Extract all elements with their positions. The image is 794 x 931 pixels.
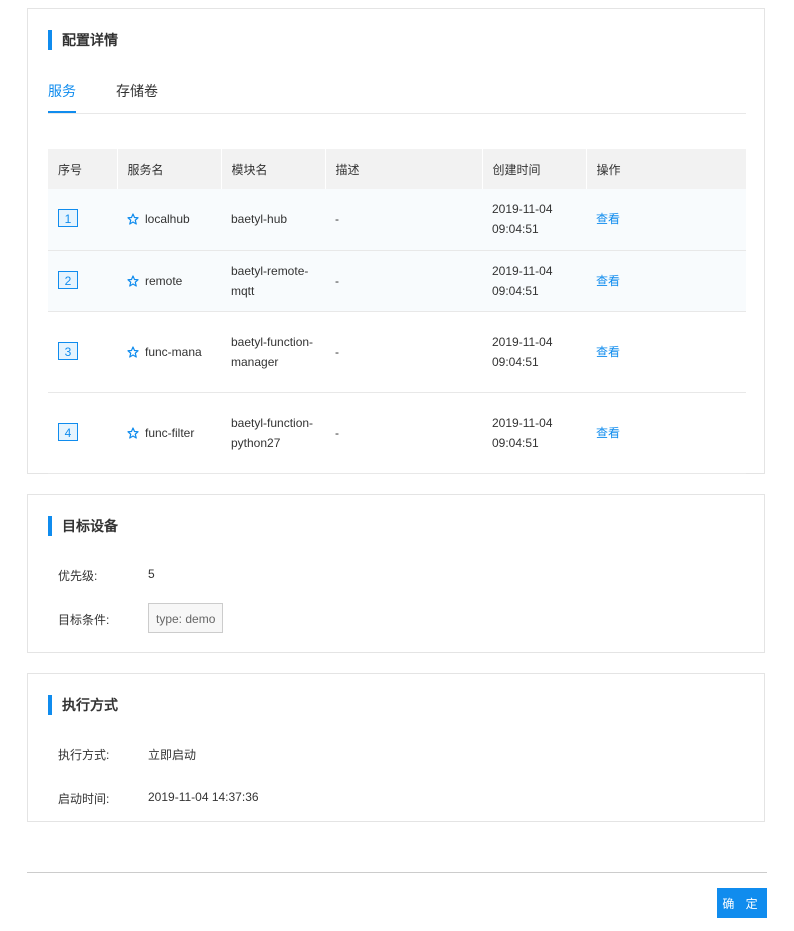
created-time: 2019-11-04 09:04:51 — [482, 311, 586, 393]
header-service: 服务名 — [117, 149, 222, 189]
exec-section-title: 执行方式 — [48, 695, 118, 715]
config-details-card: 配置详情 服务 存储卷 序号 服务名 模块名 描述 创建时间 操作 1 loca… — [27, 8, 765, 474]
module-name: baetyl-hub — [221, 189, 325, 251]
execution-mode-card: 执行方式 执行方式: 立即启动 启动时间: 2019-11-04 14:37:3… — [27, 673, 765, 822]
view-link[interactable]: 查看 — [596, 345, 620, 359]
mode-label: 执行方式: — [58, 748, 110, 762]
table-row: 4 func-filter baetyl-function-python27 -… — [48, 392, 746, 474]
priority-label: 优先级: — [58, 569, 98, 583]
description: - — [325, 189, 482, 251]
header-created-time: 创建时间 — [482, 149, 587, 189]
header-description: 描述 — [325, 149, 483, 189]
module-name: baetyl-remote-mqtt — [221, 250, 325, 312]
row-index-badge: 3 — [58, 341, 78, 360]
header-module: 模块名 — [221, 149, 326, 189]
start-time-value: 2019-11-04 14:37:36 — [148, 790, 259, 804]
table-row: 1 localhub baetyl-hub - 2019-11-04 09:04:… — [48, 189, 746, 251]
service-name: localhub — [145, 212, 190, 227]
services-table: 序号 服务名 模块名 描述 创建时间 操作 1 localhub baetyl-… — [48, 149, 747, 474]
condition-label: 目标条件: — [58, 613, 110, 627]
service-name: func-mana — [145, 344, 202, 359]
target-section-title: 目标设备 — [48, 516, 118, 536]
created-time: 2019-11-04 09:04:51 — [482, 250, 586, 312]
service-name: remote — [145, 273, 183, 288]
header-action: 操作 — [586, 149, 747, 189]
service-name: func-filter — [145, 425, 195, 440]
table-header-row: 序号 服务名 模块名 描述 创建时间 操作 — [48, 149, 747, 189]
module-name: baetyl-function-manager — [221, 311, 325, 393]
created-time: 2019-11-04 09:04:51 — [482, 189, 586, 251]
star-icon — [127, 213, 139, 225]
confirm-button[interactable]: 确 定 — [717, 888, 767, 918]
star-icon — [127, 345, 139, 358]
tab-volumes[interactable]: 存储卷 — [116, 81, 158, 113]
star-icon — [127, 426, 139, 439]
view-link[interactable]: 查看 — [596, 426, 620, 440]
created-time: 2019-11-04 09:04:51 — [482, 392, 586, 474]
config-section-title: 配置详情 — [48, 30, 118, 50]
description: - — [325, 392, 482, 474]
header-index: 序号 — [48, 149, 118, 189]
start-time-label: 启动时间: — [58, 792, 110, 806]
description: - — [325, 311, 482, 393]
target-device-card: 目标设备 优先级: 5 目标条件: type: demo — [27, 494, 765, 653]
view-link[interactable]: 查看 — [596, 274, 620, 288]
priority-value: 5 — [148, 567, 155, 581]
view-link[interactable]: 查看 — [596, 212, 620, 226]
config-tabs: 服务 存储卷 — [48, 75, 746, 114]
description: - — [325, 250, 482, 312]
tab-services[interactable]: 服务 — [48, 81, 76, 113]
star-icon — [127, 274, 139, 287]
table-row: 3 func-mana baetyl-function-manager - 20… — [48, 311, 746, 393]
row-index-badge: 1 — [58, 209, 78, 228]
table-row: 2 remote baetyl-remote-mqtt - 2019-11-04… — [48, 250, 746, 312]
footer-divider — [27, 872, 767, 873]
mode-value: 立即启动 — [148, 748, 197, 762]
module-name: baetyl-function-python27 — [221, 392, 325, 474]
condition-tag: type: demo — [148, 603, 224, 633]
row-index-badge: 2 — [58, 270, 78, 289]
row-index-badge: 4 — [58, 422, 78, 441]
